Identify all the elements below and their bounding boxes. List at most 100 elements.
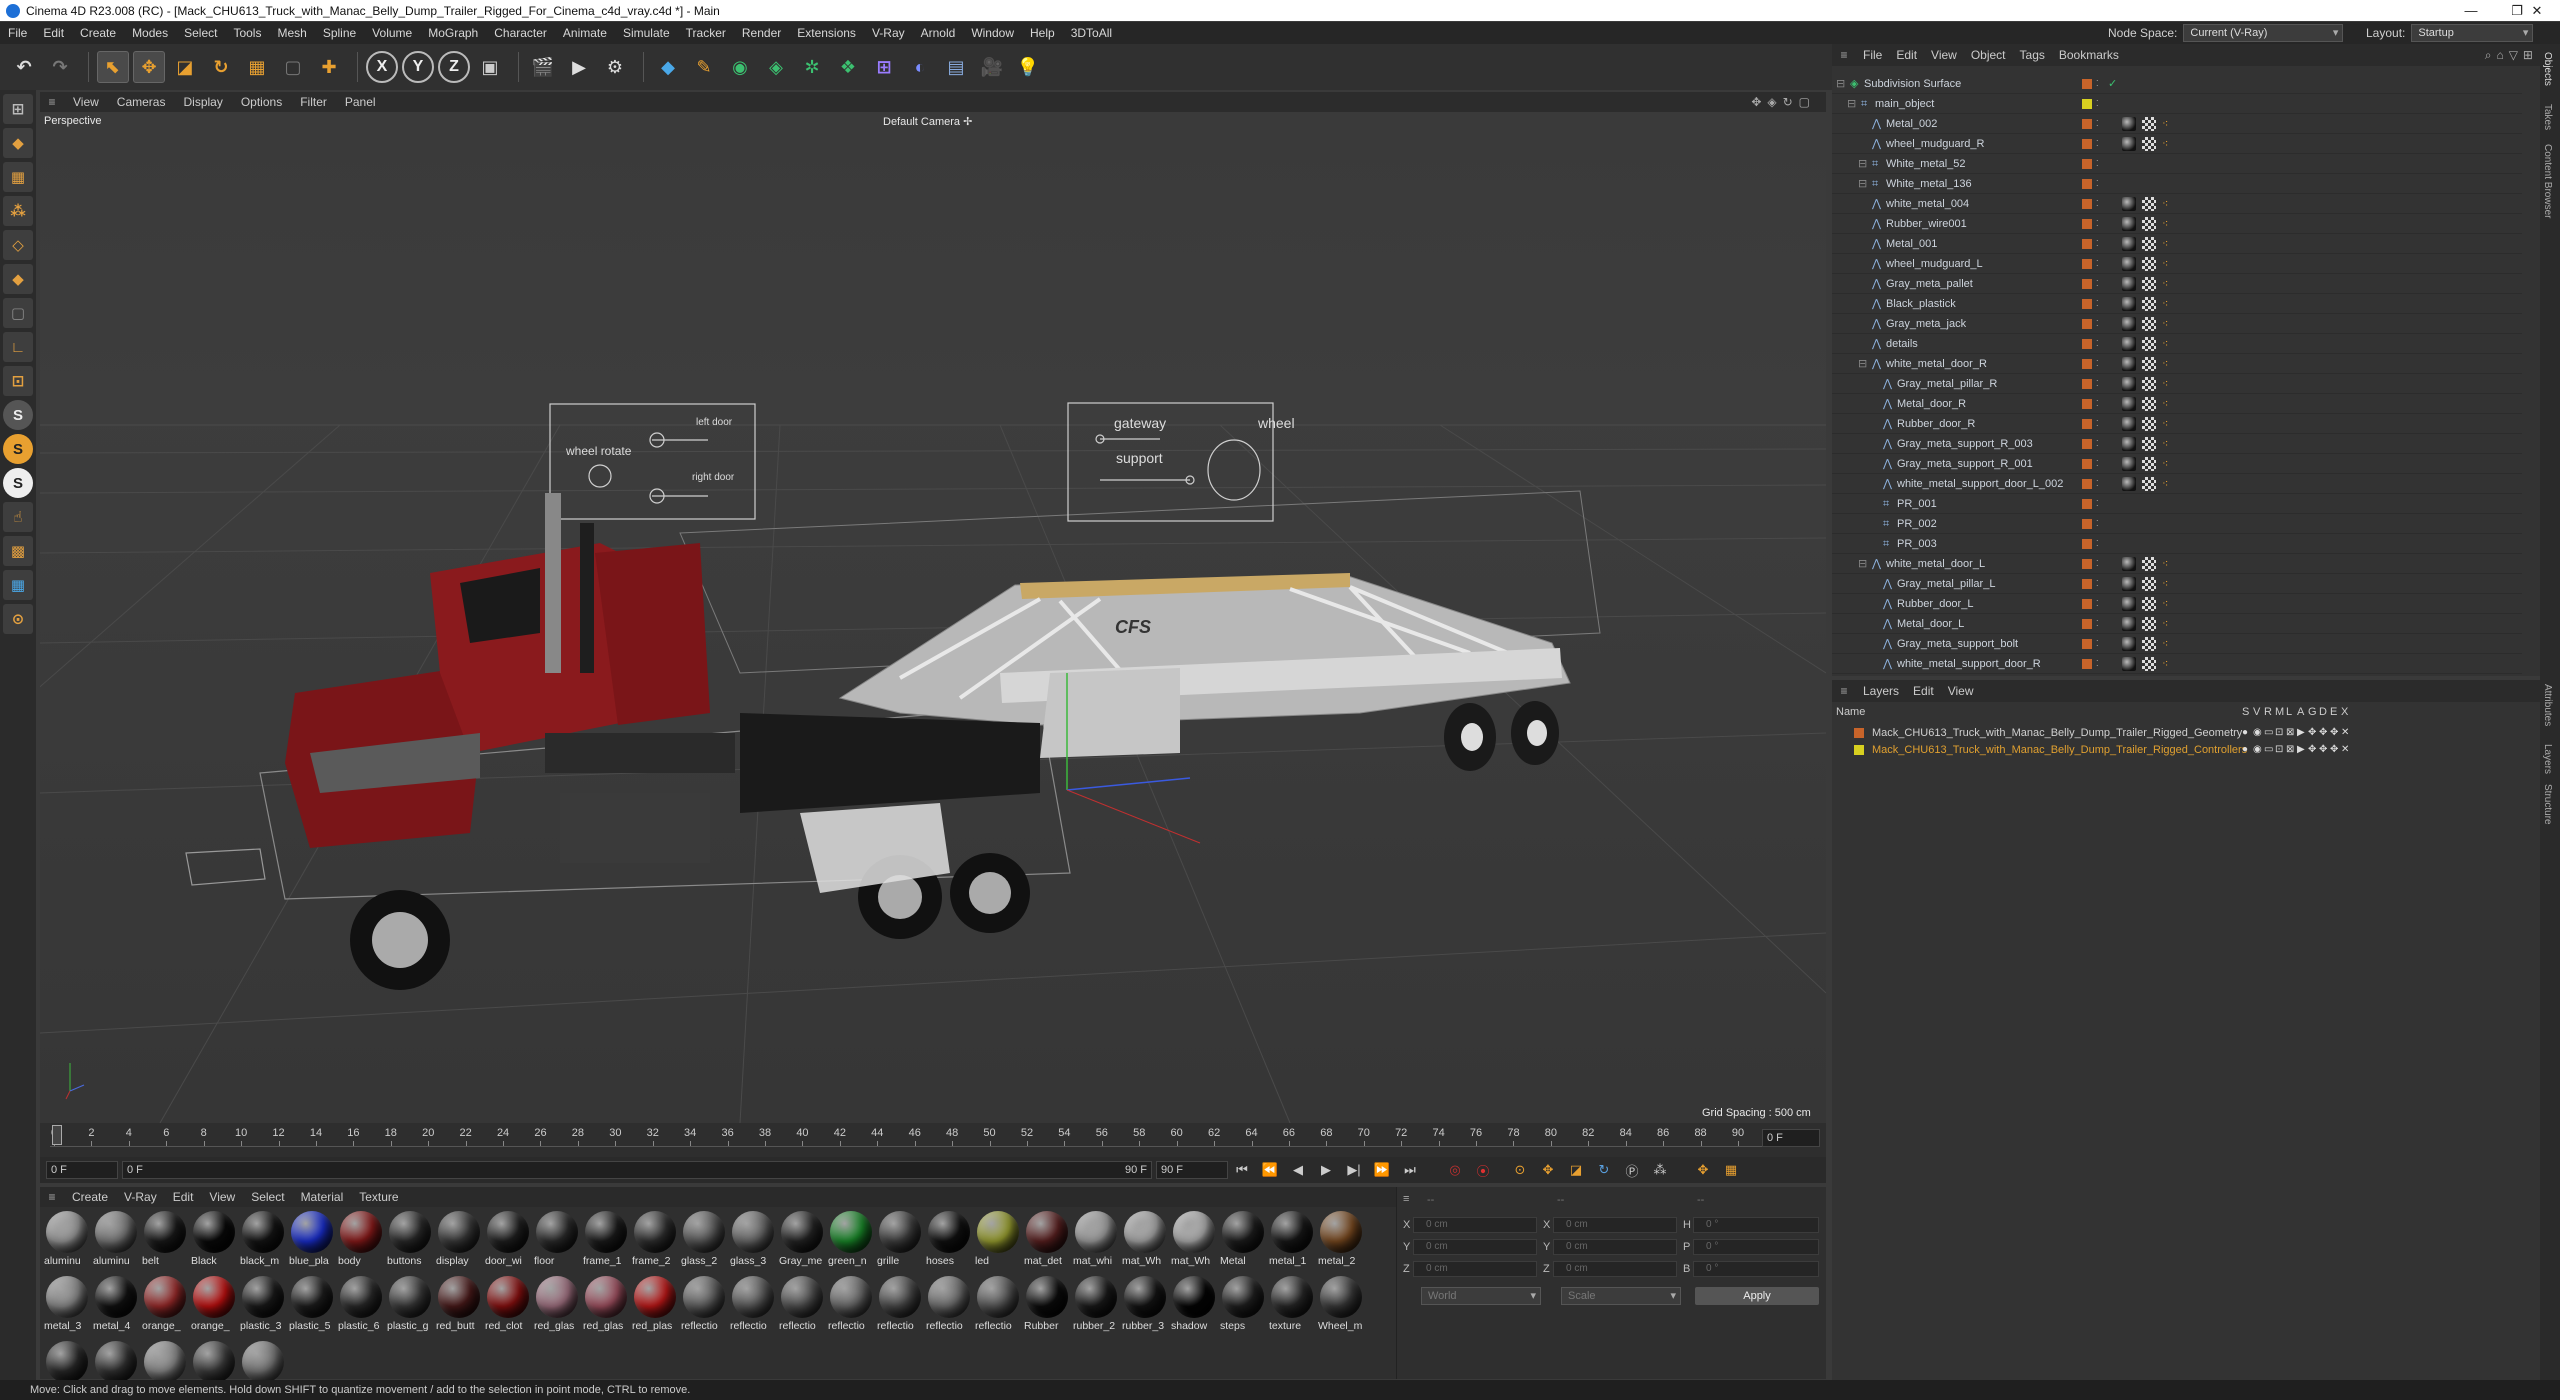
object-row[interactable]: ⌗ PR_003 ⁚: [1832, 534, 2522, 554]
layer-flag-toggle-icon[interactable]: ⊡: [2275, 724, 2283, 742]
workplane-icon[interactable]: ▩: [3, 536, 33, 566]
key-pla-icon[interactable]: ⁂: [1649, 1160, 1671, 1180]
layer-flag-toggle-icon[interactable]: ✥: [2330, 724, 2338, 742]
recent-tool-icon[interactable]: ▢: [277, 51, 309, 83]
autokey-icon[interactable]: ⦿: [1472, 1160, 1494, 1180]
texture-tag-icon[interactable]: [2142, 117, 2156, 131]
layer-color-swatch[interactable]: [2082, 619, 2092, 629]
object-row[interactable]: ⋀ Gray_meta_support_bolt ⁚ ⁖: [1832, 634, 2522, 654]
visibility-dots-icon[interactable]: ⁚: [2096, 618, 2108, 630]
texture-tag-icon[interactable]: [2142, 297, 2156, 311]
object-name[interactable]: Gray_metal_pillar_L: [1897, 574, 1995, 594]
texture-tag-icon[interactable]: [2142, 277, 2156, 291]
material-swatch[interactable]: led: [975, 1211, 1021, 1273]
object-name[interactable]: Metal_door_L: [1897, 614, 1964, 634]
key-position-icon[interactable]: ✥: [1537, 1160, 1559, 1180]
visibility-dots-icon[interactable]: ⁚: [2096, 298, 2108, 310]
point-mode-icon[interactable]: ⁂: [3, 196, 33, 226]
layer-color-swatch[interactable]: [2082, 439, 2092, 449]
layer-name[interactable]: Mack_CHU613_Truck_with_Manac_Belly_Dump_…: [1872, 741, 2247, 759]
hud-gateway-label[interactable]: gateway: [1114, 415, 1166, 431]
pen-spline-icon[interactable]: ✎: [688, 51, 720, 83]
material-swatch[interactable]: texture: [1269, 1276, 1315, 1338]
polygon-mode-icon[interactable]: ◆: [3, 264, 33, 294]
add-tool-icon[interactable]: ✚: [313, 51, 345, 83]
material-tag-icon[interactable]: [2122, 377, 2136, 391]
object-row[interactable]: ⋀ wheel_mudguard_L ⁚ ⁖: [1832, 254, 2522, 274]
object-row[interactable]: ⋀ Metal_door_L ⁚ ⁖: [1832, 614, 2522, 634]
visibility-dots-icon[interactable]: ⁚: [2096, 658, 2108, 670]
cube-primitive-icon[interactable]: ◆: [652, 51, 684, 83]
object-hamburger-icon[interactable]: ≡: [1832, 48, 1856, 62]
solo-hierarchy-icon[interactable]: S: [3, 434, 33, 464]
layer-color-swatch[interactable]: [2082, 539, 2092, 549]
visibility-dots-icon[interactable]: ⁚: [2096, 598, 2108, 610]
layer-flag-toggle-icon[interactable]: ✥: [2308, 724, 2316, 742]
material-swatch[interactable]: metal_4: [93, 1276, 139, 1338]
material-menu-create[interactable]: Create: [64, 1190, 116, 1204]
viewport-menu-panel[interactable]: Panel: [336, 95, 385, 109]
rotate-tool-icon[interactable]: ↻: [205, 51, 237, 83]
texture-tag-icon[interactable]: [2142, 137, 2156, 151]
edge-mode-icon[interactable]: ◇: [3, 230, 33, 260]
material-swatch[interactable]: rubber_3: [1122, 1276, 1168, 1338]
material-swatch[interactable]: metal_1: [1269, 1211, 1315, 1273]
layout-dropdown[interactable]: Startup: [2411, 24, 2534, 42]
material-swatch[interactable]: reflectio: [877, 1276, 923, 1338]
layer-flag-toggle-icon[interactable]: ✥: [2319, 724, 2327, 742]
timeline-icon[interactable]: ✥: [1692, 1160, 1714, 1180]
material-tag-icon[interactable]: [2122, 437, 2136, 451]
side-tab-objects[interactable]: Objects: [2542, 52, 2553, 86]
visibility-dots-icon[interactable]: ⁚: [2096, 558, 2108, 570]
apply-button[interactable]: Apply: [1695, 1287, 1819, 1305]
material-swatch[interactable]: reflectio: [975, 1276, 1021, 1338]
object-menu-edit[interactable]: Edit: [1889, 48, 1924, 62]
menu-select[interactable]: Select: [176, 26, 225, 40]
texture-tag-icon[interactable]: [2142, 337, 2156, 351]
z-axis-lock-icon[interactable]: Z: [438, 51, 470, 83]
frame-ruler[interactable]: 0246810121416182022242628303234363840424…: [50, 1125, 1790, 1147]
texture-tag-icon[interactable]: [2142, 317, 2156, 331]
field-icon[interactable]: ◐: [904, 51, 936, 83]
side-tab-attributes[interactable]: Attributes: [2542, 684, 2553, 726]
material-tag-icon[interactable]: [2122, 237, 2136, 251]
material-menu-view[interactable]: View: [201, 1190, 243, 1204]
menu-tools[interactable]: Tools: [225, 26, 269, 40]
layer-color-swatch[interactable]: [2082, 599, 2092, 609]
object-name[interactable]: Gray_meta_support_R_003: [1897, 434, 2033, 454]
menu-v-ray[interactable]: V-Ray: [864, 26, 913, 40]
size-z-field[interactable]: 0 cm: [1553, 1261, 1677, 1277]
material-swatch[interactable]: blue_pla: [289, 1211, 335, 1273]
layer-color-swatch[interactable]: [1854, 745, 1864, 755]
material-tag-icon[interactable]: [2122, 617, 2136, 631]
side-tab-structure[interactable]: Structure: [2542, 784, 2553, 825]
pos-z-field[interactable]: 0 cm: [1413, 1261, 1537, 1277]
next-key-icon[interactable]: ⏩: [1371, 1160, 1393, 1180]
material-tag-icon[interactable]: [2122, 197, 2136, 211]
visibility-dots-icon[interactable]: ⁚: [2096, 238, 2108, 250]
object-name[interactable]: white_metal_support_door_R: [1897, 654, 2041, 674]
material-swatch[interactable]: floor: [534, 1211, 580, 1273]
subdivision-icon[interactable]: ◉: [724, 51, 756, 83]
object-row[interactable]: ⊟ ⌗ White_metal_136 ⁚: [1832, 174, 2522, 194]
menu-file[interactable]: File: [0, 26, 35, 40]
texture-tag-icon[interactable]: [2142, 217, 2156, 231]
object-row[interactable]: ⋀ wheel_mudguard_R ⁚ ⁖: [1832, 134, 2522, 154]
hud-wheel-label[interactable]: wheel: [1258, 415, 1295, 431]
object-name[interactable]: PR_001: [1897, 494, 1937, 514]
object-row[interactable]: ⌗ PR_001 ⁚: [1832, 494, 2522, 514]
material-tag-icon[interactable]: [2122, 257, 2136, 271]
texture-tag-icon[interactable]: [2142, 437, 2156, 451]
material-swatch[interactable]: red_clot: [485, 1276, 531, 1338]
key-rotation-icon[interactable]: ↻: [1593, 1160, 1615, 1180]
layer-color-swatch[interactable]: [2082, 579, 2092, 589]
material-swatch[interactable]: reflectio: [926, 1276, 972, 1338]
material-swatch[interactable]: Metal: [1220, 1211, 1266, 1273]
render-settings-icon[interactable]: ⚙: [599, 51, 631, 83]
viewport-menu-view[interactable]: View: [64, 95, 108, 109]
texture-tag-icon[interactable]: [2142, 617, 2156, 631]
object-name[interactable]: Black_plastick: [1886, 294, 1956, 314]
layer-color-swatch[interactable]: [1854, 728, 1864, 738]
menu-mograph[interactable]: MoGraph: [420, 26, 486, 40]
menu-extensions[interactable]: Extensions: [789, 26, 864, 40]
